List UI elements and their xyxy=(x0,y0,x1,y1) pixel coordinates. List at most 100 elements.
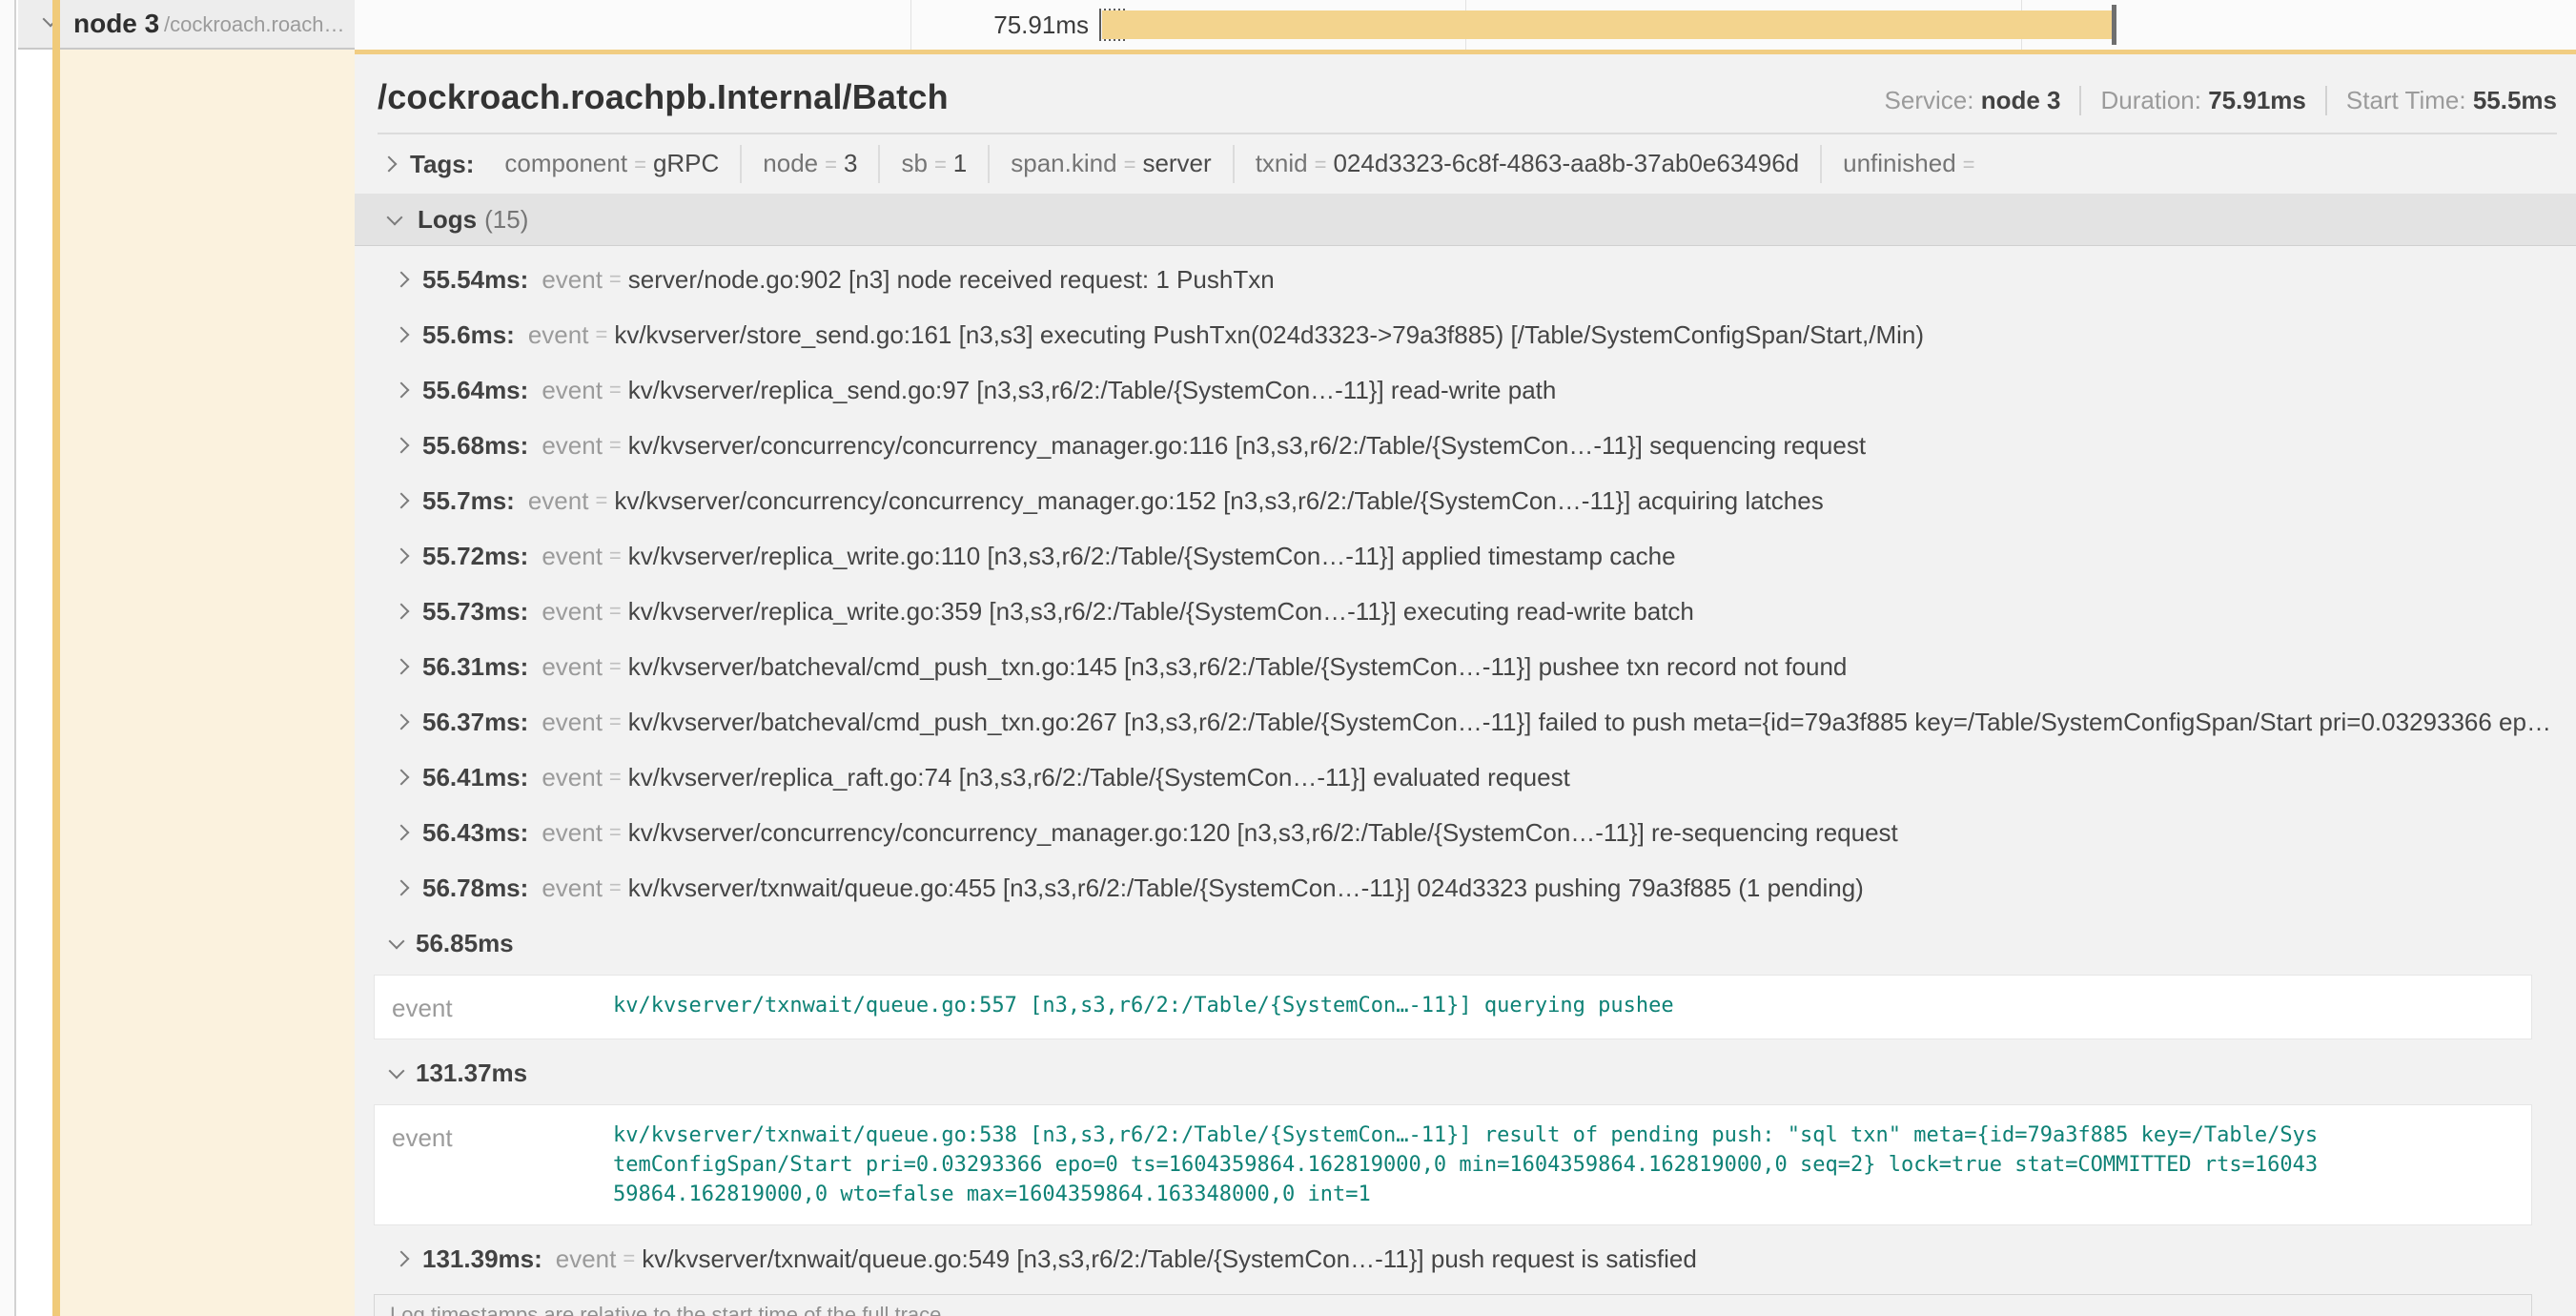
log-field-value: kv/kvserver/replica_write.go:110 [n3,s3,… xyxy=(628,542,1676,571)
meta-value: 75.91ms xyxy=(2208,86,2306,114)
chevron-right-icon[interactable] xyxy=(394,327,410,343)
log-value-line: kv/kvserver/txnwait/queue.go:538 [n3,s3,… xyxy=(613,1121,2514,1150)
chevron-right-icon[interactable] xyxy=(394,659,410,675)
tag-item[interactable]: component=gRPC xyxy=(483,145,740,183)
log-field-value: kv/kvserver/txnwait/queue.go:549 [n3,s3,… xyxy=(642,1244,1697,1274)
chevron-right-icon[interactable] xyxy=(394,770,410,786)
log-field-value: kv/kvserver/replica_write.go:359 [n3,s3,… xyxy=(628,597,1694,627)
log-entry-header[interactable]: 131.37ms xyxy=(355,1045,2576,1100)
log-fields-table: eventkv/kvserver/txnwait/queue.go:538 [n… xyxy=(374,1104,2532,1225)
span-duration-bar[interactable] xyxy=(1102,10,2115,39)
tag-item[interactable]: span.kind=server xyxy=(988,145,1232,183)
log-field-key: event xyxy=(556,1244,617,1274)
chevron-right-icon[interactable] xyxy=(394,548,410,565)
log-row[interactable]: 56.41ms: event=kv/kvserver/replica_raft.g… xyxy=(355,750,2576,805)
log-entry-header[interactable]: 56.85ms xyxy=(355,915,2576,971)
log-timestamp: 55.72ms: xyxy=(422,542,528,571)
span-service-name[interactable]: node 3 xyxy=(73,0,159,48)
span-operation-name[interactable]: /cockroach.roach… xyxy=(164,0,345,50)
log-row[interactable]: 55.64ms:event=kv/kvserver/replica_send.g… xyxy=(355,362,2576,418)
span-timeline-cell[interactable]: 75.91ms xyxy=(355,0,2576,50)
log-row[interactable]: 55.68ms:event=kv/kvserver/concurrency/co… xyxy=(355,418,2576,473)
chevron-right-icon[interactable] xyxy=(394,825,410,841)
chevron-right-icon[interactable] xyxy=(394,714,410,730)
equals-sign: = xyxy=(627,153,653,176)
logs-label: Logs xyxy=(418,205,477,235)
tag-item[interactable]: node=3 xyxy=(740,145,878,183)
log-row[interactable]: 55.6ms:event=kv/kvserver/store_send.go:1… xyxy=(355,307,2576,362)
log-row[interactable]: 131.39ms: event=kv/kvserver/txnwait/queue… xyxy=(355,1231,2576,1286)
log-timestamp: 55.6ms: xyxy=(422,320,515,350)
log-field-value: kv/kvserver/txnwait/queue.go:455 [n3,s3,… xyxy=(628,874,1864,903)
log-table-row: eventkv/kvserver/txnwait/queue.go:538 [n… xyxy=(392,1121,2514,1209)
chevron-down-icon[interactable] xyxy=(389,1062,405,1079)
log-field-key: event xyxy=(542,763,603,792)
chevron-right-icon[interactable] xyxy=(394,438,410,454)
log-row[interactable]: 56.78ms:event=kv/kvserver/txnwait/queue.… xyxy=(355,860,2576,915)
detail-row-highlight xyxy=(60,50,355,1316)
tag-item[interactable]: unfinished= xyxy=(1820,145,2002,183)
log-field-value: server/node.go:902 [n3] node received re… xyxy=(628,265,1275,295)
log-field-value: kv/kvserver/replica_raft.go:74 [n3,s3,r6… xyxy=(628,763,1570,792)
equals-sign: = xyxy=(818,153,844,176)
log-timestamp: 55.54ms: xyxy=(422,265,528,295)
chevron-right-icon[interactable] xyxy=(394,604,410,620)
tree-indent-spacer xyxy=(18,50,52,1316)
equals-sign: = xyxy=(928,153,953,176)
log-timestamp: 131.37ms xyxy=(416,1059,527,1088)
tags-accordion[interactable]: Tags: component=gRPCnode=3sb=1span.kind=… xyxy=(355,134,2576,194)
equals-sign: = xyxy=(588,322,614,347)
log-field-key: event xyxy=(542,708,603,737)
trace-view: node 3 /cockroach.roach… 75.91ms /cockro… xyxy=(0,0,2576,1316)
log-row[interactable]: 56.43ms:event=kv/kvserver/concurrency/co… xyxy=(355,805,2576,860)
log-row[interactable]: 55.73ms:event=kv/kvserver/replica_write.… xyxy=(355,584,2576,639)
logs-count: (15) xyxy=(484,205,528,235)
log-timestamp: 131.39ms: xyxy=(422,1244,542,1274)
log-table-row: eventkv/kvserver/txnwait/queue.go:557 [n… xyxy=(392,991,2514,1023)
chevron-right-icon[interactable] xyxy=(394,1251,410,1267)
chevron-right-icon[interactable] xyxy=(394,272,410,288)
log-timestamp: 56.41ms: xyxy=(422,763,528,792)
meta-label: Duration: xyxy=(2100,86,2201,114)
log-row[interactable]: 56.37ms:event=kv/kvserver/batcheval/cmd_… xyxy=(355,694,2576,750)
equals-sign: = xyxy=(603,654,628,679)
tag-item[interactable]: txnid=024d3323-6c8f-4863-aa8b-37ab0e6349… xyxy=(1233,145,1820,183)
equals-sign: = xyxy=(616,1246,642,1271)
log-field-value: kv/kvserver/batcheval/cmd_push_txn.go:26… xyxy=(628,708,2551,737)
log-field-key: event xyxy=(542,652,603,682)
log-row[interactable]: 55.7ms:event=kv/kvserver/concurrency/con… xyxy=(355,473,2576,528)
log-value-line: 59864.162819000,0 wto=false max=16043598… xyxy=(613,1180,2514,1209)
tag-key: unfinished xyxy=(1843,149,1956,177)
equals-sign: = xyxy=(603,709,628,734)
equals-sign: = xyxy=(1117,153,1143,176)
equals-sign: = xyxy=(603,378,628,402)
log-entries-list: 55.54ms:event=server/node.go:902 [n3] no… xyxy=(355,246,2576,1286)
span-color-stripe xyxy=(52,0,60,50)
logs-accordion-header[interactable]: Logs (15) xyxy=(355,194,2576,246)
chevron-down-icon[interactable] xyxy=(389,933,405,949)
equals-sign: = xyxy=(603,765,628,790)
log-timestamp: 55.68ms: xyxy=(422,431,528,461)
tag-item[interactable]: sb=1 xyxy=(878,145,988,183)
tag-value: 3 xyxy=(844,149,857,177)
equals-sign: = xyxy=(1956,153,1982,176)
meta-item: Start Time: 55.5ms xyxy=(2325,86,2557,115)
chevron-right-icon[interactable] xyxy=(394,880,410,896)
log-value-line: temConfigSpan/Start pri=0.03293366 epo=0… xyxy=(613,1150,2514,1180)
equals-sign: = xyxy=(603,599,628,624)
log-row[interactable]: 55.72ms:event=kv/kvserver/replica_write.… xyxy=(355,528,2576,584)
log-field-key: event xyxy=(542,874,603,903)
log-timestamp: 56.85ms xyxy=(416,929,514,958)
tag-key: component xyxy=(504,149,627,177)
log-timestamp: 56.31ms: xyxy=(422,652,528,682)
span-duration-label: 75.91ms xyxy=(898,0,1089,50)
log-timestamp: 55.64ms: xyxy=(422,376,528,405)
chevron-down-icon[interactable] xyxy=(387,209,403,225)
log-row[interactable]: 55.54ms:event=server/node.go:902 [n3] no… xyxy=(355,252,2576,307)
log-row[interactable]: 56.31ms:event=kv/kvserver/batcheval/cmd_… xyxy=(355,639,2576,694)
span-name-cell[interactable]: node 3 /cockroach.roach… xyxy=(18,0,355,50)
chevron-right-icon[interactable] xyxy=(381,156,398,173)
chevron-right-icon[interactable] xyxy=(394,382,410,399)
log-field-value: kv/kvserver/txnwait/queue.go:557 [n3,s3,… xyxy=(613,991,2514,1023)
chevron-right-icon[interactable] xyxy=(394,493,410,509)
